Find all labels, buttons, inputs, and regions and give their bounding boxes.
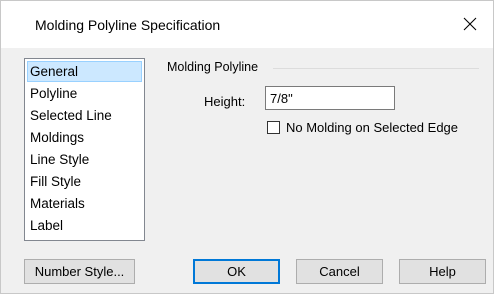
- cancel-button[interactable]: Cancel: [296, 259, 383, 284]
- dialog-title: Molding Polyline Specification: [35, 17, 221, 33]
- group-divider: [273, 68, 479, 69]
- nav-item-materials[interactable]: Materials: [27, 193, 142, 214]
- number-style-button[interactable]: Number Style...: [24, 259, 135, 284]
- category-list[interactable]: General Polyline Selected Line Moldings …: [24, 58, 145, 241]
- close-icon: [463, 17, 477, 31]
- no-molding-checkbox[interactable]: [267, 121, 280, 134]
- group-title: Molding Polyline: [165, 60, 261, 74]
- height-label: Height:: [204, 94, 246, 109]
- height-input[interactable]: [265, 86, 395, 110]
- nav-item-fill-style[interactable]: Fill Style: [27, 171, 142, 192]
- nav-item-label[interactable]: Label: [27, 215, 142, 236]
- title-bar: Molding Polyline Specification: [1, 1, 493, 48]
- nav-item-polyline[interactable]: Polyline: [27, 83, 142, 104]
- no-molding-checkbox-row[interactable]: No Molding on Selected Edge: [267, 120, 458, 135]
- close-button[interactable]: [447, 1, 493, 47]
- nav-item-line-style[interactable]: Line Style: [27, 149, 142, 170]
- nav-item-general[interactable]: General: [27, 61, 142, 82]
- nav-item-selected-line[interactable]: Selected Line: [27, 105, 142, 126]
- help-button[interactable]: Help: [399, 259, 486, 284]
- ok-button[interactable]: OK: [193, 259, 280, 284]
- dialog-window: Molding Polyline Specification General P…: [0, 0, 494, 294]
- no-molding-label: No Molding on Selected Edge: [286, 120, 459, 135]
- nav-item-moldings[interactable]: Moldings: [27, 127, 142, 148]
